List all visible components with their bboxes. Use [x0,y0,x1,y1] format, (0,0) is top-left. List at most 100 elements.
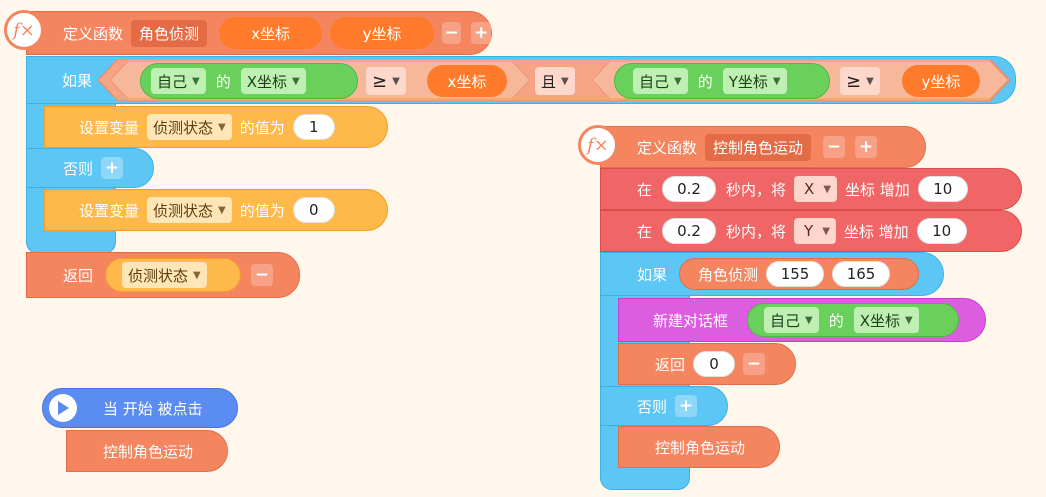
define-function-block-2[interactable]: 定义函数 控制角色运动 − + [600,126,926,168]
play-icon [49,394,77,422]
param-y[interactable]: y坐标 [330,17,434,49]
call-reporter[interactable]: 角色侦测 155 165 [679,258,919,290]
param-x[interactable]: x坐标 [219,17,323,49]
variable-dropdown[interactable]: 侦测状态 ▼ [147,114,232,140]
function-name: 角色侦测 [698,265,759,284]
set-keyword: 设置变量 [79,201,140,220]
move-suffix: 坐标 增加 [843,222,909,241]
axis-value: Y [804,222,814,240]
fx-function-icon: f× [4,10,44,50]
property-value: Y坐标 [728,72,768,91]
else-add-button[interactable]: + [675,395,698,417]
move-block-y[interactable]: 在 0.2 秒内，将 Y ▼ 坐标 增加 10 [600,210,1022,252]
remove-param-button[interactable]: − [823,136,846,158]
move-mid: 秒内，将 [726,222,787,241]
new-dialog-block[interactable]: 新建对话框 自己 ▼ 的 X坐标 ▼ [618,298,986,342]
add-param-button[interactable]: + [471,22,491,44]
y-param-reporter[interactable]: y坐标 [902,65,980,97]
chevron-down-icon: ▼ [192,75,200,87]
operator-value: ≥ [372,70,388,92]
move-block-x[interactable]: 在 0.2 秒内，将 X ▼ 坐标 增加 10 [600,168,1022,210]
add-param-button[interactable]: + [855,136,878,158]
function-name[interactable]: 控制角色运动 [705,133,812,161]
call-label: 控制角色运动 [655,438,746,457]
else-header-2[interactable]: 否则 + [600,386,728,426]
property-reporter-right[interactable]: 自己 ▼ 的 Y坐标 ▼ [614,63,830,99]
property-value: X坐标 [859,311,901,330]
operator-dropdown-left[interactable]: ≥ ▼ [366,67,406,95]
function-name[interactable]: 角色侦测 [131,19,208,47]
else-keyword: 否则 [637,397,668,416]
property-reporter[interactable]: 自己 ▼ 的 X坐标 ▼ [747,303,959,337]
remove-param-button[interactable]: − [441,22,462,44]
chevron-down-icon: ▼ [218,204,226,216]
and-value: 且 [541,72,557,91]
amount-input[interactable]: 10 [917,176,968,202]
value-input[interactable]: 1 [292,114,335,140]
axis-dropdown[interactable]: X ▼ [794,176,838,202]
fx-function-icon: f× [578,125,618,165]
chevron-down-icon: ▼ [823,183,832,195]
chevron-down-icon: ▼ [218,121,226,133]
axis-value: X [804,180,815,198]
dialog-keyword: 新建对话框 [653,311,729,330]
define-keyword: 定义函数 [63,24,124,43]
return-keyword: 返回 [655,355,686,374]
object-dropdown[interactable]: 自己 ▼ [633,68,688,94]
call-function-block-2[interactable]: 控制角色运动 [618,426,780,468]
chevron-down-icon: ▼ [772,75,781,87]
arg1-input[interactable]: 155 [766,261,825,287]
object-dropdown[interactable]: 自己 ▼ [764,307,819,333]
chevron-down-icon: ▼ [805,314,813,326]
return-value-reporter[interactable]: 侦测状态 ▼ [105,258,241,292]
chevron-down-icon: ▼ [193,269,201,281]
operator-value: ≥ [846,70,862,92]
x-param-reporter[interactable]: x坐标 [427,65,507,97]
value-label: 的值为 [239,201,285,220]
remove-return-button[interactable]: − [251,264,273,286]
variable-value: 侦测状态 [153,201,214,220]
chevron-down-icon: ▼ [866,75,874,87]
object-value: 自己 [157,72,188,91]
set-keyword: 设置变量 [79,118,140,137]
move-prefix: 在 [637,180,653,199]
else-header-1[interactable]: 否则 + [26,148,154,188]
operator-dropdown-right[interactable]: ≥ ▼ [840,67,880,95]
else-keyword: 否则 [63,159,94,178]
if-header-2[interactable]: 如果 角色侦测 155 165 [600,252,944,296]
call-function-block-1[interactable]: 控制角色运动 [66,430,228,472]
time-input[interactable]: 0.2 [662,218,717,244]
property-reporter-left[interactable]: 自己 ▼ 的 X坐标 ▼ [140,63,358,99]
return-keyword: 返回 [63,266,94,285]
time-input[interactable]: 0.2 [662,176,717,202]
object-dropdown[interactable]: 自己 ▼ [151,68,206,94]
move-suffix: 坐标 增加 [845,180,910,199]
define-function-block-1[interactable]: 定义函数 角色侦测 x坐标 y坐标 − + [26,11,492,55]
return-block-2[interactable]: 返回 0 − [618,343,796,385]
move-mid: 秒内，将 [726,180,787,199]
amount-input[interactable]: 10 [916,218,967,244]
chevron-down-icon: ▼ [674,75,682,87]
axis-dropdown[interactable]: Y ▼ [794,218,836,244]
property-dropdown[interactable]: X坐标 ▼ [240,68,306,94]
when-start-clicked-hat[interactable]: 当 开始 被点击 [42,388,238,428]
arg2-input[interactable]: 165 [832,261,891,287]
property-dropdown[interactable]: Y坐标 ▼ [722,68,787,94]
else-add-button[interactable]: + [101,157,124,179]
chevron-down-icon: ▼ [392,75,400,87]
return-value-input[interactable]: 0 [693,351,736,377]
property-dropdown[interactable]: X坐标 ▼ [853,307,919,333]
set-variable-block-2[interactable]: 设置变量 侦测状态 ▼ 的值为 0 [44,189,388,231]
set-variable-block-1[interactable]: 设置变量 侦测状态 ▼ 的值为 1 [44,106,388,148]
of-label: 的 [215,72,231,91]
value-input[interactable]: 0 [292,197,335,223]
variable-dropdown[interactable]: 侦测状态 ▼ [147,197,232,223]
chevron-down-icon: ▼ [905,314,913,326]
variable-dropdown[interactable]: 侦测状态 ▼ [122,262,207,288]
call-label: 控制角色运动 [103,442,194,461]
and-operator-dropdown[interactable]: 且 ▼ [535,67,575,95]
if-keyword: 如果 [62,71,93,90]
remove-return-button[interactable]: − [743,353,766,375]
return-block-1[interactable]: 返回 侦测状态 ▼ − [26,252,300,298]
define-keyword: 定义函数 [637,138,698,157]
